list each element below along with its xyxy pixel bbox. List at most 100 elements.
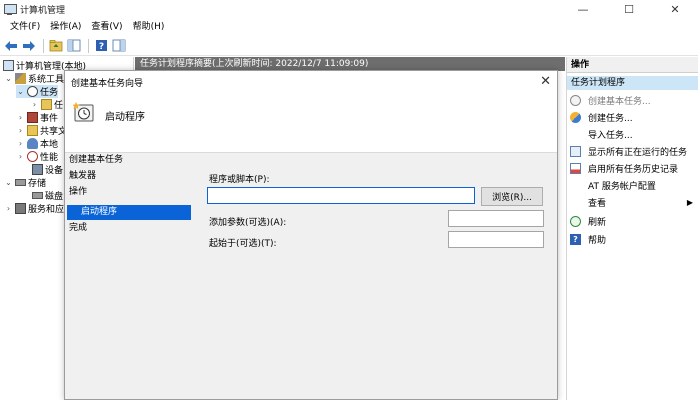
program-script-input[interactable] [207,187,475,204]
actions-section-task-scheduler[interactable]: 任务计划程序 [567,76,698,90]
tree-item-event-viewer[interactable]: › 事件 [16,111,58,124]
tree-item-storage[interactable]: ⌄ 存储 [4,176,46,189]
back-button[interactable] [3,38,19,54]
action-label: 刷新 [588,217,607,228]
tree-item-performance[interactable]: › 性能 [16,150,58,163]
tree-item-label: 本地 [40,140,59,150]
at-service-icon [570,180,581,191]
start-in-label: 起始于(可选)(T): [209,239,277,249]
action-import-task[interactable]: 导入任务... [567,126,698,142]
wizard-step-trigger[interactable]: 触发器 [69,169,96,184]
action-label: 启用所有任务历史记录 [588,164,679,175]
action-enable-task-history[interactable]: 启用所有任务历史记录 [567,160,698,176]
start-in-input[interactable] [448,231,544,248]
maximize-button[interactable]: ☐ [606,0,652,18]
tree-item-device-manager[interactable]: 设备 [30,163,63,176]
toolbar: ? [0,36,698,56]
tree-item-label: 共享文 [40,127,68,137]
wizard-title: 创建基本任务向导 [71,79,144,89]
menu-action[interactable]: 操作(A) [45,18,86,36]
action-label: 创建任务... [588,113,633,124]
wizard-close-button[interactable]: ✕ [540,74,551,89]
tree-item-disk-management[interactable]: 磁盘 [30,189,63,202]
browse-button[interactable]: 浏览(R)... [481,187,543,206]
start-program-icon [73,102,94,122]
help-icon: ? [95,40,107,52]
action-show-running-tasks[interactable]: 显示所有正在运行的任务 [567,143,698,159]
window-title: 计算机管理 [20,5,66,16]
tree-item-shared-folders[interactable]: › 共享文 [16,124,67,137]
tree-item-local-users[interactable]: › 本地 [16,137,58,150]
action-pane-icon [112,39,126,52]
tree-item-label: 存储 [28,179,47,189]
collapse-icon: ⌄ [5,74,12,83]
collapse-icon: ⌄ [5,178,12,187]
action-label: 导入任务... [588,130,633,141]
forward-button[interactable] [21,38,37,54]
expand-icon: › [18,139,23,148]
action-pane-button[interactable] [111,38,127,54]
add-arguments-label: 添加参数(可选)(A): [209,218,287,228]
menu-file[interactable]: 文件(F) [5,18,45,36]
storage-icon [15,179,26,186]
tree-item-label: 任 [54,101,64,111]
tree-item-label: 系统工具 [28,75,65,85]
action-view[interactable]: 查看 ▶ [567,194,698,210]
close-button[interactable]: ✕ [652,0,698,18]
menu-view[interactable]: 查看(V) [86,18,127,36]
action-label: 帮助 [588,235,607,246]
tree-item-label: 性能 [40,153,59,163]
program-script-label: 程序或脚本(P): [209,175,270,185]
device-manager-icon [32,164,43,175]
tree-item-label: 服务和应 [28,205,65,215]
tree-item-system-tools[interactable]: ⌄ 系统工具 [4,72,64,85]
action-at-service-config[interactable]: AT 服务帐户配置 [567,177,698,193]
action-refresh[interactable]: 刷新 [567,213,698,229]
import-task-icon [570,129,581,140]
create-basic-task-wizard: 创建基本任务向导 ✕ 启动程序 创建基本任务 触发器 操作 启动程序 完成 程序… [64,70,558,400]
show-hide-tree-button[interactable] [66,38,82,54]
services-icon [15,203,26,214]
action-label: AT 服务帐户配置 [588,181,656,192]
action-label: 显示所有正在运行的任务 [588,147,688,158]
tree-item-task-library[interactable]: › 任 [30,98,63,111]
tree-item-label: 事件 [40,114,59,124]
action-help[interactable]: ? 帮助 [567,231,698,247]
add-arguments-input[interactable] [448,210,544,227]
wizard-step-action[interactable]: 操作 [69,185,87,200]
tree-item-label: 设备 [45,166,64,176]
actions-header: 操作 [567,57,698,73]
minimize-button[interactable]: — [560,0,606,18]
tree-item-services-apps[interactable]: › 服务和应 [4,202,64,215]
title-bar: 计算机管理 — ☐ ✕ [0,0,698,18]
help-toolbar-button[interactable]: ? [93,38,109,54]
action-label: 查看 [588,198,607,209]
action-create-task[interactable]: 创建任务... [567,109,698,125]
wizard-step-finish[interactable]: 完成 [69,221,87,236]
actions-pane: 操作 任务计划程序 创建基本任务... 创建任务... 导入任务... 显示所有… [566,57,698,400]
svg-text:?: ? [98,42,103,52]
action-label: 创建基本任务... [588,96,651,107]
wizard-steps: 创建基本任务 触发器 操作 启动程序 完成 [65,153,193,399]
up-folder-button[interactable] [48,38,64,54]
expand-icon: › [32,100,37,109]
tree-item-task-scheduler[interactable]: ⌄ 任务 [16,85,59,98]
summary-header: 任务计划程序摘要(上次刷新时间: 2022/12/7 11:09:09) [135,57,565,71]
wizard-step-create-basic-task[interactable]: 创建基本任务 [69,153,123,168]
event-viewer-icon [27,112,38,123]
expand-icon: › [18,152,23,161]
action-create-basic-task[interactable]: 创建基本任务... [567,92,698,108]
menu-help[interactable]: 帮助(H) [128,18,170,36]
expand-icon: › [18,126,23,135]
clock-icon [27,86,38,97]
menu-bar: 文件(F) 操作(A) 查看(V) 帮助(H) [0,18,698,36]
wizard-title-bar: 创建基本任务向导 ✕ [65,71,557,93]
expand-icon: › [6,204,11,213]
wizard-step-start-program[interactable]: 启动程序 [67,205,191,220]
running-tasks-icon [570,145,581,157]
refresh-icon [570,215,581,227]
toolbar-separator [43,38,44,53]
computer-management-icon [3,60,14,71]
disk-icon [32,192,43,199]
create-task-icon [570,111,581,123]
